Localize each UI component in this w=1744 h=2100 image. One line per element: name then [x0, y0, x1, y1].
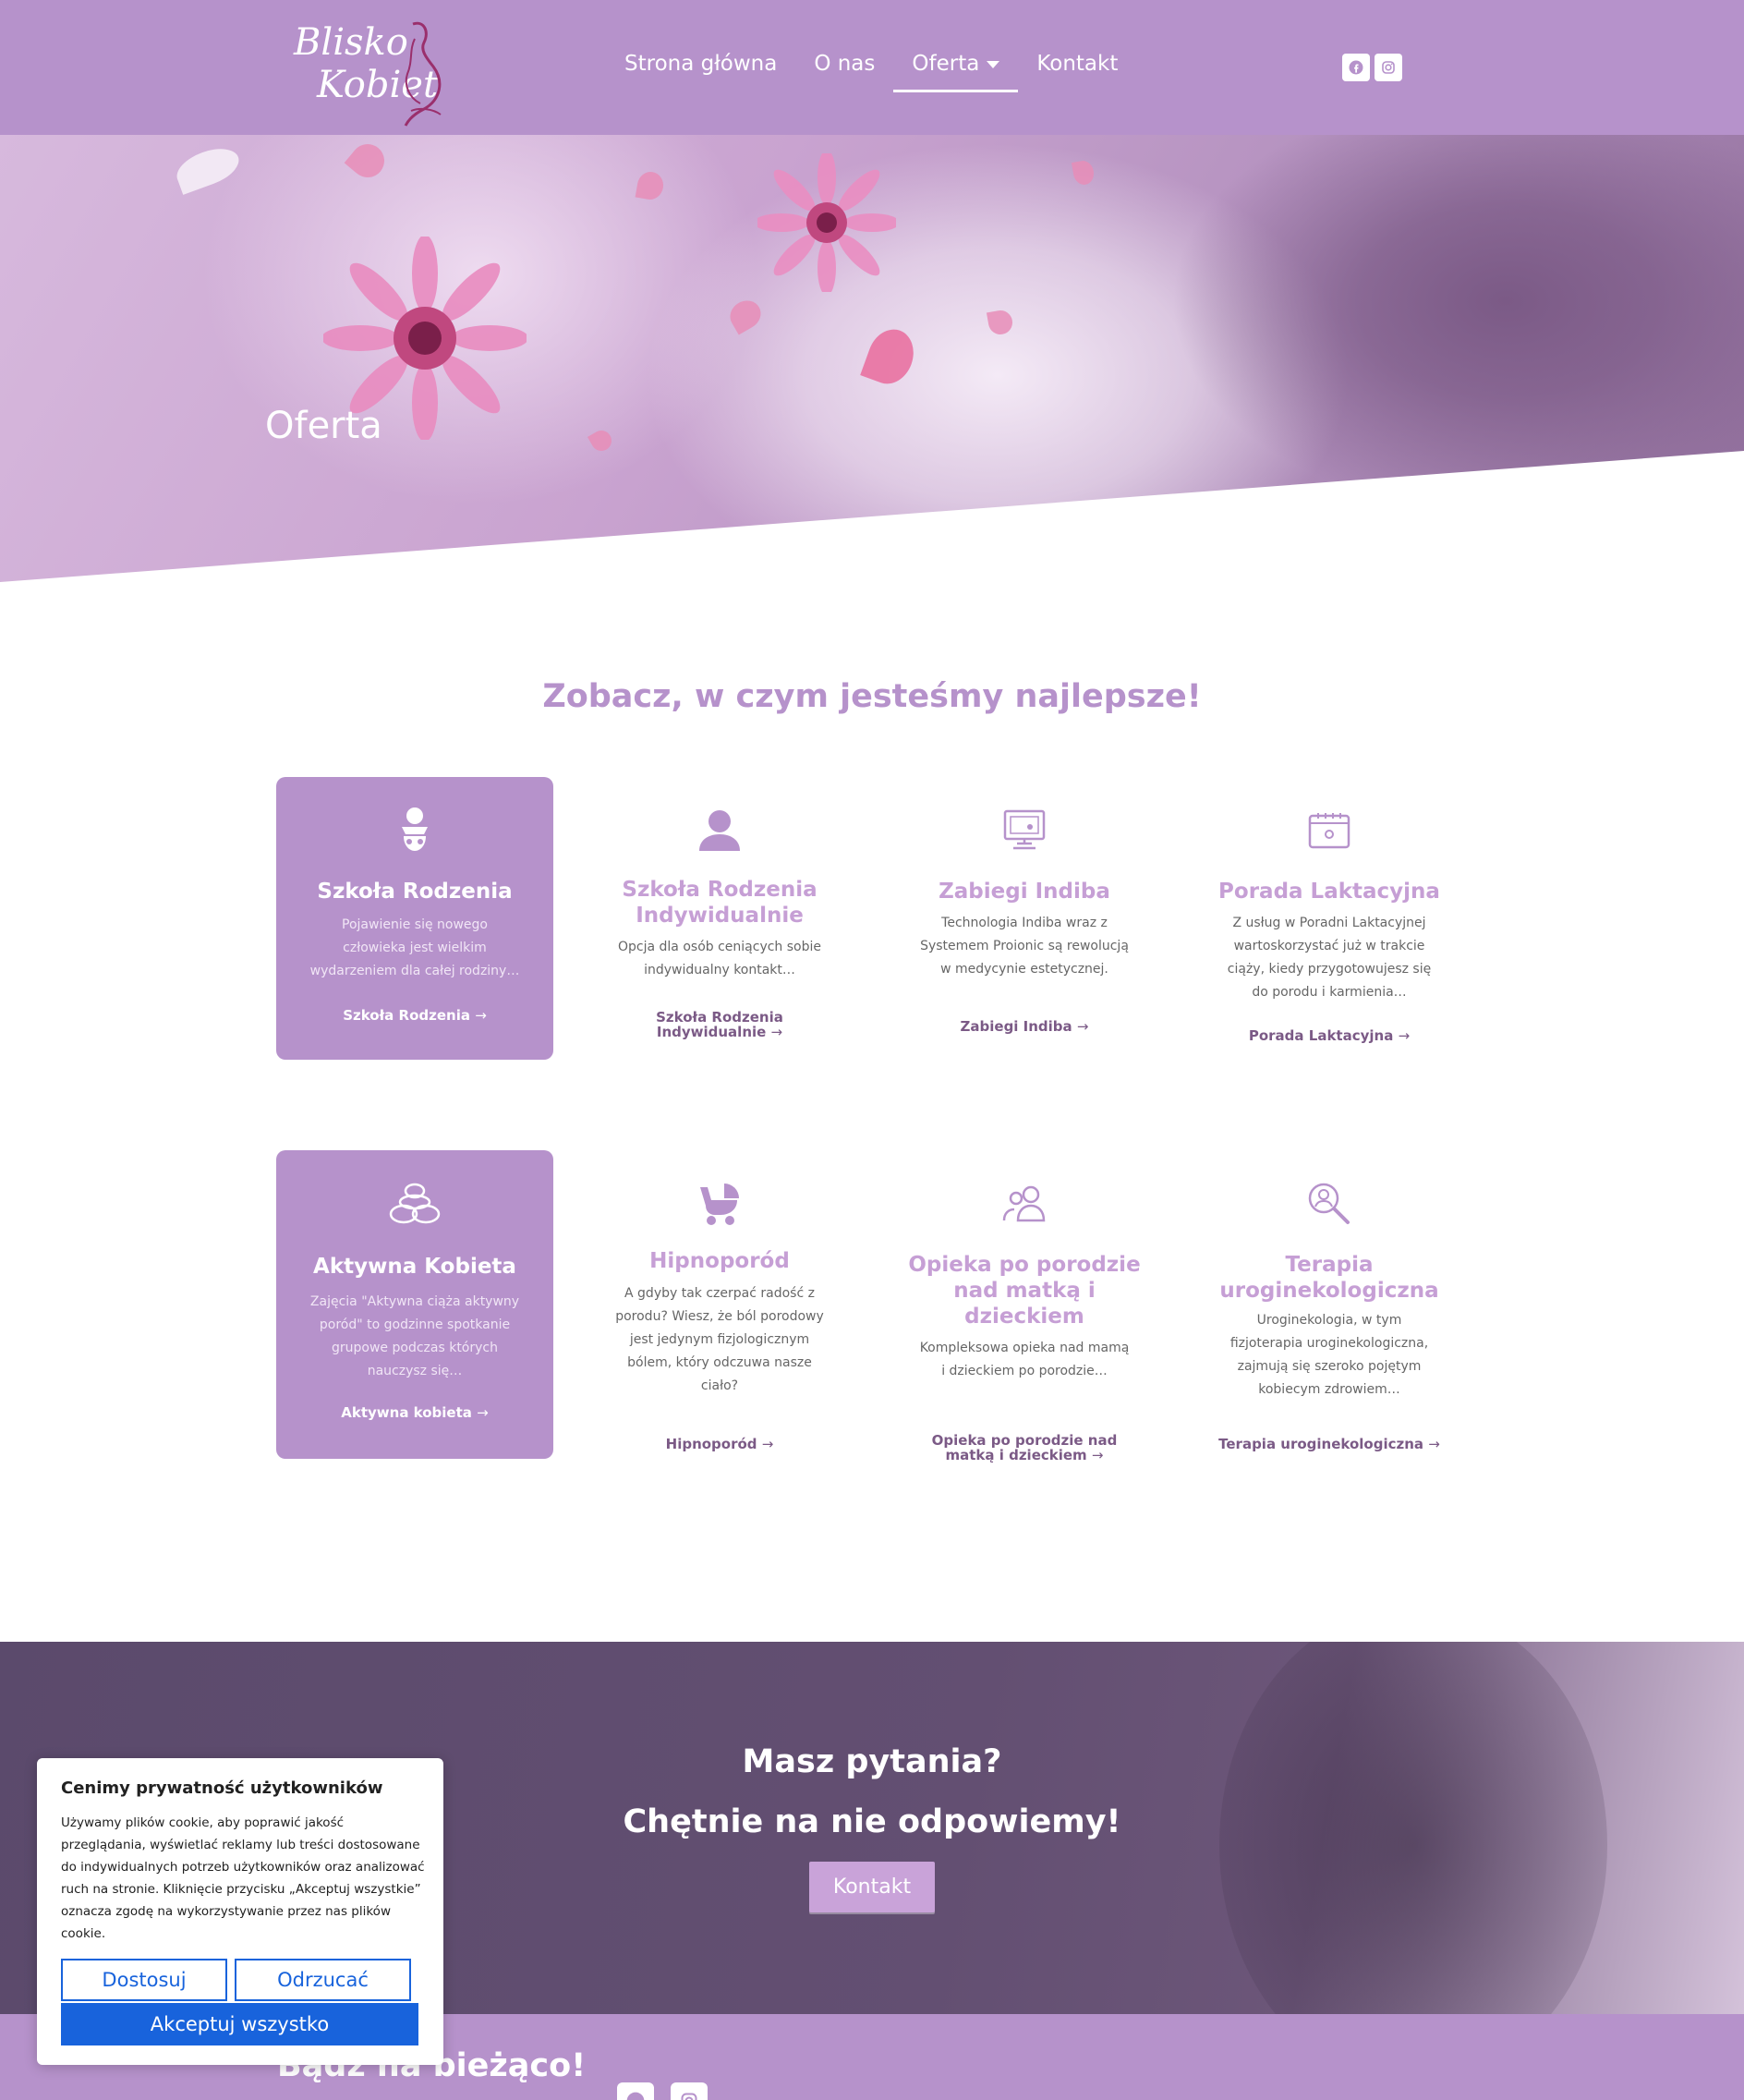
card-link-label: Hipnoporód — [665, 1436, 757, 1452]
service-card[interactable]: Hipnoporód A gdyby tak czerpać radość z … — [581, 1150, 858, 1459]
instagram-icon[interactable] — [671, 2082, 708, 2100]
card-description: A gdyby tak czerpać radość z porodu? Wie… — [615, 1286, 824, 1393]
card-link[interactable]: Porada Laktacyjna → — [1228, 1028, 1431, 1043]
arrow-right-icon: → — [1091, 1447, 1104, 1463]
nav-contact[interactable]: Kontakt — [1018, 46, 1136, 81]
card-title: Szkoła Rodzenia — [317, 880, 513, 904]
card-link-label: Porada Laktacyjna — [1248, 1027, 1394, 1044]
card-link-label: Szkoła Rodzenia Indywidualnie — [656, 1009, 783, 1040]
arrow-right-icon: → — [475, 1007, 487, 1024]
card-link[interactable]: Szkoła Rodzenia → — [313, 1008, 516, 1023]
service-card[interactable]: Opieka po porodzie nad matką i dzieckiem… — [886, 1150, 1163, 1463]
nav-offer-label: Oferta — [912, 52, 980, 76]
card-description: Kompleksowa opieka nad mamą i dzieckiem … — [919, 1341, 1130, 1378]
card-description: Opcja dla osób ceniących sobie indywidua… — [618, 940, 821, 977]
card-description: Pojawienie się nowego człowieka jest wie… — [309, 917, 520, 978]
logo-silhouette-icon — [404, 21, 442, 127]
logo-text-line1: Blisko — [294, 21, 408, 64]
gerbera-flower-icon — [757, 153, 896, 292]
search-user-icon — [1191, 1182, 1468, 1226]
card-link-label: Aktywna kobieta — [341, 1404, 472, 1421]
card-link-label: Zabiegi Indiba — [960, 1018, 1072, 1035]
arrow-right-icon: → — [770, 1024, 783, 1040]
card-link[interactable]: Hipnoporód → — [618, 1437, 821, 1451]
nav-about[interactable]: O nas — [795, 46, 893, 81]
facebook-icon[interactable] — [1342, 54, 1370, 81]
card-title: Szkoła Rodzenia Indywidualnie — [622, 878, 818, 928]
card-link-label: Terapia uroginekologiczna — [1218, 1436, 1424, 1452]
card-description: Z usług w Poradni Laktacyjnej wartoskorz… — [1227, 916, 1432, 1000]
cookie-text: Używamy plików cookie, aby poprawić jako… — [61, 1815, 425, 1941]
logo[interactable]: Blisko Kobiet — [291, 18, 443, 129]
stroller-icon — [581, 1182, 858, 1226]
main-nav: Strona główna O nas Oferta Kontakt — [606, 46, 1136, 92]
contact-button[interactable]: Kontakt — [809, 1862, 935, 1912]
instagram-icon[interactable] — [1375, 54, 1402, 81]
card-title: Opieka po porodzie nad matką i dzieckiem — [908, 1253, 1141, 1329]
petal-decoration — [635, 169, 666, 202]
card-description: Uroginekologia, w tym fizjoterapia urogi… — [1229, 1313, 1429, 1397]
nav-about-label: O nas — [814, 52, 876, 76]
card-title: Porada Laktacyjna — [1218, 880, 1440, 904]
customize-button[interactable]: Dostosuj — [61, 1959, 227, 2001]
hero-wedge-divider — [0, 451, 1744, 582]
arrow-right-icon: → — [1076, 1018, 1089, 1035]
page-title: Oferta — [265, 405, 382, 447]
petal-decoration — [1071, 159, 1096, 187]
petal-decoration — [860, 322, 921, 391]
card-link[interactable]: Terapia uroginekologiczna → — [1200, 1437, 1459, 1451]
accept-all-button[interactable]: Akceptuj wszystko — [61, 2003, 418, 2045]
petal-decoration — [344, 137, 392, 185]
card-title: Terapia uroginekologiczna — [1219, 1253, 1439, 1303]
reject-button[interactable]: Odrzucać — [235, 1959, 411, 2001]
petal-decoration — [986, 308, 1015, 337]
card-title: Zabiegi Indiba — [939, 880, 1110, 904]
service-card[interactable]: Szkoła Rodzenia Indywidualnie Opcja dla … — [581, 777, 858, 1060]
service-card[interactable]: Szkoła Rodzenia Pojawienie się nowego cz… — [276, 777, 553, 1060]
card-link[interactable]: Opieka po porodzie nad matką i dzieckiem… — [923, 1433, 1126, 1463]
nav-home[interactable]: Strona główna — [606, 46, 795, 81]
card-description: Zajęcia "Aktywna ciąża aktywny poród" to… — [309, 1294, 520, 1378]
card-link[interactable]: Aktywna kobieta → — [313, 1405, 516, 1420]
card-description: Technologia Indiba wraz z Systemem Proio… — [920, 916, 1129, 977]
card-link[interactable]: Szkoła Rodzenia Indywidualnie → — [618, 1010, 821, 1039]
cookie-consent-banner: Cenimy prywatność użytkowników Używamy p… — [37, 1758, 443, 2065]
card-title: Hipnoporód — [649, 1249, 790, 1273]
card-link-label: Opieka po porodzie nad matką i dzieckiem — [931, 1432, 1118, 1463]
arrow-right-icon: → — [1428, 1436, 1440, 1452]
petal-decoration — [171, 141, 245, 195]
nav-offer[interactable]: Oferta — [893, 46, 1019, 92]
card-title: Aktywna Kobieta — [313, 1255, 516, 1279]
site-header: Blisko Kobiet Strona główna O nas Oferta… — [0, 0, 1744, 135]
arrow-right-icon: → — [1398, 1027, 1411, 1044]
users-icon — [886, 1185, 1163, 1222]
card-link[interactable]: Zabiegi Indiba → — [923, 1019, 1126, 1034]
arrow-right-icon: → — [477, 1404, 489, 1421]
calendar-icon — [1191, 812, 1468, 849]
service-card[interactable]: Zabiegi Indiba Technologia Indiba wraz z… — [886, 777, 1163, 1060]
person-icon — [581, 808, 858, 853]
service-card[interactable]: Porada Laktacyjna Z usług w Poradni Lakt… — [1191, 777, 1468, 1060]
nav-contact-label: Kontakt — [1036, 52, 1119, 76]
card-link-label: Szkoła Rodzenia — [343, 1007, 470, 1024]
services-heading: Zobacz, w czym jesteśmy najlepsze! — [542, 678, 1202, 715]
nav-home-label: Strona główna — [624, 52, 778, 76]
arrow-right-icon: → — [761, 1436, 774, 1452]
service-card[interactable]: Terapia uroginekologiczna Uroginekologia… — [1191, 1150, 1468, 1459]
petal-decoration — [724, 295, 767, 335]
service-card[interactable]: Aktywna Kobieta Zajęcia "Aktywna ciąża a… — [276, 1150, 553, 1459]
baby-icon — [276, 807, 553, 855]
cookie-title: Cenimy prywatność użytkowników — [61, 1778, 383, 1798]
stones-icon — [276, 1180, 553, 1226]
monitor-icon — [886, 808, 1163, 851]
facebook-icon[interactable] — [617, 2082, 654, 2100]
chevron-down-icon — [987, 60, 1000, 68]
